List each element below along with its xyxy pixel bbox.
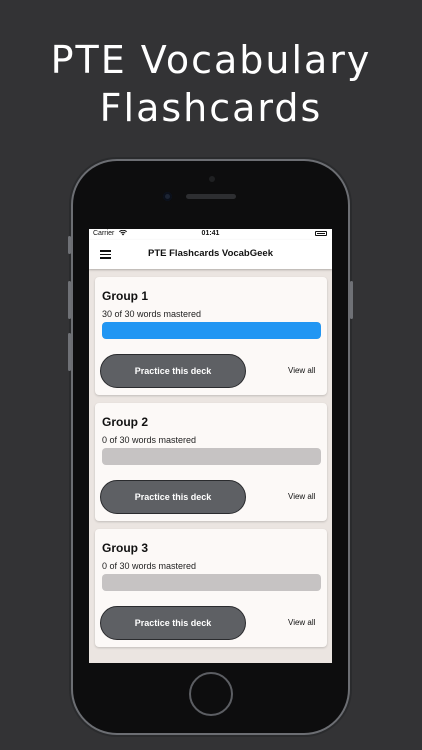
mastered-count: 0 of 30 words mastered <box>102 561 197 571</box>
battery-icon <box>315 231 327 236</box>
deck-list: Group 1 30 of 30 words mastered Practice… <box>89 269 332 647</box>
volume-down-button <box>68 333 71 371</box>
promo-headline: PTE Vocabulary Flashcards <box>0 36 422 132</box>
earpiece-speaker <box>186 194 236 199</box>
volume-up-button <box>68 281 71 319</box>
mastery-progress-bar <box>102 322 321 339</box>
app-screen: Carrier 01:41 PTE Flashcards VocabGeek G… <box>89 229 332 663</box>
power-button <box>350 281 353 319</box>
practice-deck-button[interactable]: Practice this deck <box>100 606 246 640</box>
view-all-link[interactable]: View all <box>288 492 315 501</box>
mastery-progress-bar <box>102 448 321 465</box>
deck-title: Group 1 <box>102 289 149 303</box>
view-all-link[interactable]: View all <box>288 618 315 627</box>
mute-switch <box>68 236 71 254</box>
headline-line-2: Flashcards <box>99 86 323 130</box>
mastery-progress-bar <box>102 574 321 591</box>
mastered-count: 0 of 30 words mastered <box>102 435 197 445</box>
front-camera-icon <box>163 192 172 201</box>
mastered-count: 30 of 30 words mastered <box>102 309 202 319</box>
status-bar: Carrier 01:41 <box>89 229 332 240</box>
deck-card-group-3: Group 3 0 of 30 words mastered Practice … <box>95 529 327 647</box>
deck-card-group-2: Group 2 0 of 30 words mastered Practice … <box>95 403 327 521</box>
view-all-link[interactable]: View all <box>288 366 315 375</box>
home-button[interactable] <box>189 672 233 716</box>
deck-title: Group 2 <box>102 415 149 429</box>
status-time: 01:41 <box>201 230 220 237</box>
practice-deck-button[interactable]: Practice this deck <box>100 354 246 388</box>
headline-line-1: PTE Vocabulary <box>50 38 372 82</box>
proximity-sensor <box>209 176 215 182</box>
app-bar: PTE Flashcards VocabGeek <box>89 240 332 269</box>
practice-deck-button[interactable]: Practice this deck <box>100 480 246 514</box>
progress-fill <box>102 322 321 339</box>
deck-card-group-1: Group 1 30 of 30 words mastered Practice… <box>95 277 327 395</box>
app-title: PTE Flashcards VocabGeek <box>148 248 273 259</box>
phone-frame: Carrier 01:41 PTE Flashcards VocabGeek G… <box>68 161 353 733</box>
deck-title: Group 3 <box>102 541 149 555</box>
